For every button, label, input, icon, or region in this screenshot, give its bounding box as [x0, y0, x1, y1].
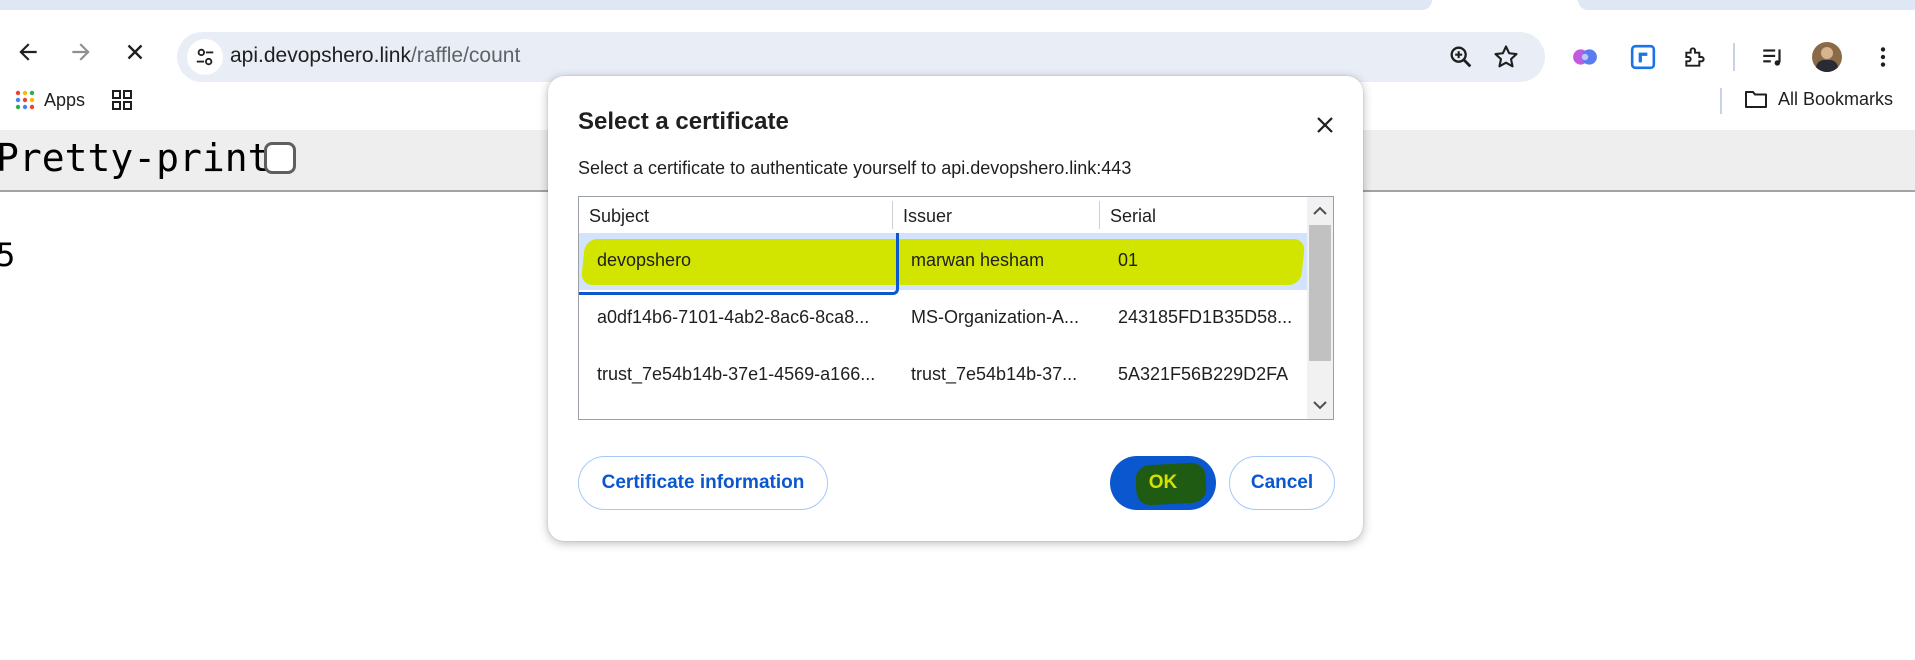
- brain-icon: [1573, 49, 1597, 65]
- screen-capture-extension-icon[interactable]: [1628, 42, 1658, 72]
- all-bookmarks-label: All Bookmarks: [1778, 88, 1894, 109]
- url-host: api.devopshero.link: [230, 44, 411, 67]
- site-info-button[interactable]: [187, 39, 223, 75]
- menu-button[interactable]: [1868, 42, 1898, 72]
- pretty-print-checkbox[interactable]: [264, 142, 296, 174]
- ok-button[interactable]: OK: [1110, 456, 1216, 510]
- close-icon: [1317, 117, 1333, 133]
- url-path: /raffle/count: [410, 44, 521, 67]
- cell-serial: 243185FD1B35D58...: [1118, 307, 1293, 327]
- back-button[interactable]: [6, 30, 50, 74]
- dialog-close-button[interactable]: [1310, 110, 1340, 140]
- dialog-description: Select a certificate to authenticate you…: [578, 158, 1132, 178]
- certificate-information-button[interactable]: Certificate information: [578, 456, 828, 510]
- column-divider[interactable]: [1099, 201, 1100, 229]
- close-icon: [127, 44, 143, 60]
- brain-extension-icon[interactable]: [1570, 42, 1600, 72]
- cancel-button[interactable]: Cancel: [1229, 456, 1335, 510]
- apps-shortcut[interactable]: Apps: [14, 89, 85, 111]
- cell-issuer: trust_7e54b14b-37...: [911, 364, 1078, 384]
- dialog-title: Select a certificate: [578, 108, 789, 135]
- inactive-tab[interactable]: [1578, 0, 1915, 10]
- response-body-value: 5: [0, 236, 16, 274]
- cell-serial: 01: [1118, 250, 1139, 270]
- extensions-button[interactable]: [1680, 42, 1710, 72]
- url-text[interactable]: api.devopshero.link/raffle/count: [230, 44, 520, 68]
- capture-icon: [1630, 44, 1656, 70]
- column-header-subject[interactable]: Subject: [589, 206, 649, 227]
- certificate-table: Subject Issuer Serial devopshero marwan …: [578, 196, 1334, 420]
- column-divider[interactable]: [892, 201, 893, 229]
- forward-button[interactable]: [59, 30, 103, 74]
- scroll-down-button[interactable]: [1310, 395, 1330, 415]
- scroll-thumb[interactable]: [1309, 225, 1331, 361]
- all-bookmarks-button[interactable]: All Bookmarks: [1744, 88, 1893, 110]
- ok-label: OK: [1148, 472, 1178, 493]
- address-bar[interactable]: api.devopshero.link/raffle/count: [177, 32, 1545, 82]
- cell-subject: devopshero: [597, 250, 692, 270]
- chevron-down-icon: [1313, 401, 1327, 410]
- active-tab[interactable]: [0, 0, 1432, 10]
- toolbar-divider: [1733, 43, 1735, 71]
- music-queue-icon: [1763, 49, 1781, 66]
- tab-groups-icon[interactable]: [110, 88, 134, 112]
- table-row[interactable]: a0df14b6-7101-4ab2-8ac6-8ca8... MS-Organ…: [579, 290, 1307, 347]
- profile-avatar[interactable]: [1812, 42, 1842, 72]
- more-vert-icon: [1880, 47, 1886, 67]
- scroll-up-button[interactable]: [1310, 201, 1330, 221]
- cell-subject: trust_7e54b14b-37e1-4569-a166...: [597, 364, 876, 384]
- arrow-right-icon: [72, 43, 90, 61]
- chevron-up-icon: [1313, 206, 1327, 215]
- folder-icon: [1745, 91, 1767, 108]
- zoom-icon[interactable]: [1447, 43, 1475, 71]
- cell-issuer: marwan hesham: [911, 250, 1045, 270]
- column-header-serial[interactable]: Serial: [1110, 206, 1156, 227]
- cell-issuer: MS-Organization-A...: [911, 307, 1080, 327]
- puzzle-icon: [1685, 47, 1705, 67]
- table-scrollbar[interactable]: [1307, 197, 1333, 419]
- media-controls-button[interactable]: [1758, 42, 1788, 72]
- table-row[interactable]: trust_7e54b14b-37e1-4569-a166... trust_7…: [579, 347, 1307, 404]
- cell-serial: 5A321F56B229D2FA: [1118, 364, 1289, 384]
- cell-subject: a0df14b6-7101-4ab2-8ac6-8ca8...: [597, 307, 870, 327]
- stop-button[interactable]: [113, 30, 157, 74]
- tune-icon: [196, 48, 214, 66]
- pretty-print-label: Pretty-print: [0, 136, 271, 180]
- table-header: Subject Issuer Serial: [579, 197, 1307, 234]
- tab-strip: [0, 0, 1915, 12]
- arrow-left-icon: [19, 43, 37, 61]
- apps-label: Apps: [44, 89, 86, 110]
- select-certificate-dialog: Select a certificate Select a certificat…: [548, 76, 1363, 541]
- column-header-issuer[interactable]: Issuer: [903, 206, 952, 227]
- bookmarks-divider: [1720, 88, 1722, 114]
- browser-toolbar: api.devopshero.link/raffle/count: [0, 12, 1915, 82]
- apps-grid-icon: [15, 90, 35, 110]
- bookmark-star-icon[interactable]: [1492, 43, 1520, 71]
- table-row-selected[interactable]: devopshero marwan hesham 01: [579, 233, 1307, 295]
